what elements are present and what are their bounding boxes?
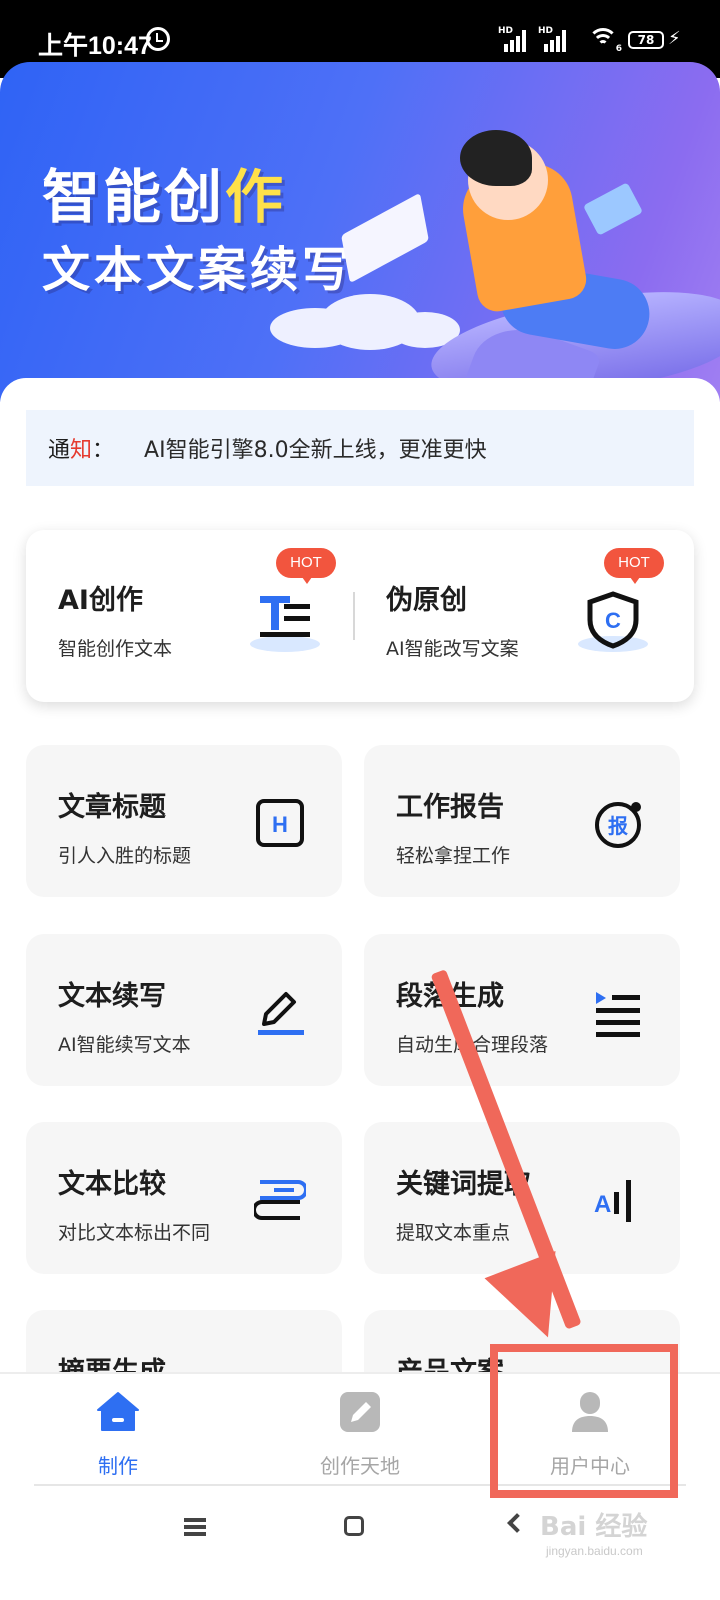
feature-subtitle: AI智能改写文案 bbox=[386, 638, 519, 660]
stacked-books-icon bbox=[254, 1180, 306, 1220]
status-time: 上午10:47 bbox=[38, 32, 152, 60]
watermark: Bai 经验 jingyan.baidu.com bbox=[540, 1500, 710, 1590]
home-icon bbox=[97, 1392, 139, 1431]
tool-subtitle: 对比文本标出不同 bbox=[58, 1222, 211, 1244]
text-format-icon bbox=[250, 590, 320, 652]
hero-banner[interactable]: 智能创作 文本文案续写 bbox=[0, 62, 720, 402]
svg-text:H: H bbox=[272, 812, 288, 837]
pencil-icon bbox=[258, 992, 304, 1035]
tool-subtitle: AI智能续写文本 bbox=[58, 1034, 191, 1056]
notice-bar[interactable]: 通知 ： AI智能引擎8.0全新上线，更准更快 bbox=[26, 410, 694, 486]
nav-label: 制作 bbox=[98, 1454, 138, 1478]
featured-card: AI创作 智能创作文本 HOT 伪原创 AI智能改写文案 HOT C bbox=[26, 530, 694, 702]
feature-ai-create[interactable]: AI创作 智能创作文本 HOT bbox=[26, 530, 360, 702]
book-illustration bbox=[582, 182, 644, 236]
notice-text: AI智能引擎8.0全新上线，更准更快 bbox=[144, 438, 487, 463]
menu-icon[interactable] bbox=[184, 1518, 206, 1536]
tool-card-text-continue[interactable]: 文本续写 AI智能续写文本 bbox=[26, 934, 342, 1086]
tool-title: 文章标题 bbox=[58, 792, 166, 823]
svg-text:C: C bbox=[605, 608, 621, 633]
tool-title: 文本续写 bbox=[58, 981, 166, 1012]
tool-subtitle: 引人入胜的标题 bbox=[58, 845, 192, 867]
report-icon: 报 bbox=[595, 802, 641, 848]
tool-card-work-report[interactable]: 工作报告 轻松拿捏工作 报 bbox=[364, 745, 680, 897]
home-square-icon[interactable] bbox=[344, 1516, 364, 1536]
feature-subtitle: 智能创作文本 bbox=[58, 638, 173, 660]
annotation-highlight-box bbox=[490, 1344, 678, 1498]
hot-badge: HOT bbox=[604, 548, 664, 584]
wifi-icon: 6 bbox=[588, 28, 622, 54]
ai-extract-icon: A bbox=[594, 1180, 631, 1222]
svg-text:报: 报 bbox=[608, 814, 628, 838]
battery-icon: 78 bbox=[628, 31, 664, 49]
watermark-sub: jingyan.baidu.com bbox=[546, 1544, 643, 1558]
watermark-main: Bai 经验 bbox=[540, 1512, 648, 1542]
nav-item-create[interactable]: 制作 bbox=[28, 1390, 208, 1480]
character-hair-illustration bbox=[460, 130, 532, 186]
back-icon[interactable] bbox=[507, 1513, 527, 1533]
hot-badge: HOT bbox=[276, 548, 336, 584]
banner-title: 智能创作 bbox=[42, 163, 287, 231]
notice-colon: ： bbox=[92, 438, 115, 463]
tool-subtitle: 提取文本重点 bbox=[396, 1222, 511, 1244]
heading-h-icon: H bbox=[256, 799, 304, 847]
tool-subtitle: 轻松拿捏工作 bbox=[396, 845, 511, 867]
tool-title: 工作报告 bbox=[396, 792, 504, 823]
signal-icon: HD bbox=[538, 26, 566, 52]
paragraph-list-icon bbox=[596, 992, 640, 1037]
shield-c-icon: C bbox=[578, 590, 648, 652]
hd-label: HD bbox=[498, 26, 514, 36]
banner-subtitle: 文本文案续写 bbox=[42, 242, 355, 298]
book-illustration bbox=[341, 192, 429, 284]
tool-card-paragraph-gen[interactable]: 段落生成 自动生成合理段落 bbox=[364, 934, 680, 1086]
nav-label: 创作天地 bbox=[320, 1454, 400, 1478]
wifi-badge: 6 bbox=[615, 44, 622, 54]
alarm-icon bbox=[146, 27, 170, 51]
hd-label: HD bbox=[538, 26, 554, 36]
feature-title: AI创作 bbox=[58, 585, 143, 616]
feature-title: 伪原创 bbox=[386, 585, 467, 616]
signal-icon: HD bbox=[498, 26, 526, 52]
charging-icon: ⚡ bbox=[668, 28, 681, 49]
edit-icon bbox=[340, 1392, 380, 1432]
feature-pseudo-original[interactable]: 伪原创 AI智能改写文案 HOT C bbox=[354, 530, 688, 702]
nav-item-creation-world[interactable]: 创作天地 bbox=[270, 1390, 450, 1480]
notice-label: 通知 bbox=[48, 438, 93, 463]
svg-text:A: A bbox=[594, 1191, 611, 1218]
tool-card-article-title[interactable]: 文章标题 引人入胜的标题 H bbox=[26, 745, 342, 897]
tool-title: 文本比较 bbox=[58, 1169, 166, 1200]
tool-card-text-compare[interactable]: 文本比较 对比文本标出不同 bbox=[26, 1122, 342, 1274]
